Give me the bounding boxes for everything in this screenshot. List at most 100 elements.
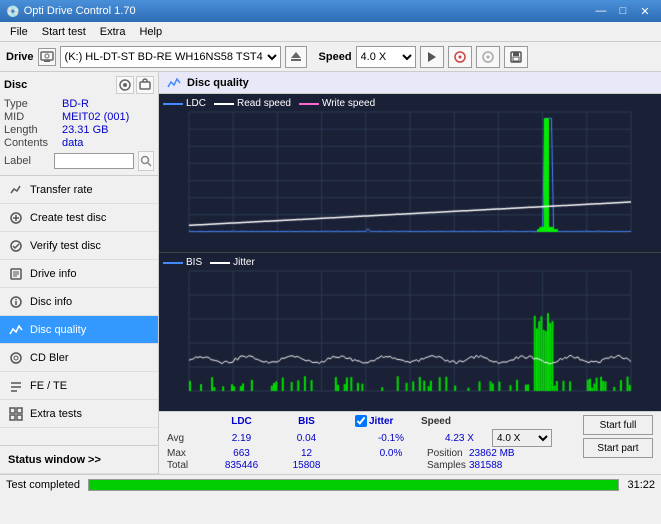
menu-extra[interactable]: Extra xyxy=(94,24,132,40)
speed-mode-select[interactable]: 4.0 X xyxy=(492,429,552,447)
stats-area: LDC BIS Jitter Speed Avg 2.19 0.04 xyxy=(167,415,575,471)
chart-top-canvas xyxy=(159,94,661,252)
jitter-checkbox-area[interactable]: Jitter xyxy=(355,415,393,427)
content-area: Disc quality LDC Read speed Write speed xyxy=(159,72,661,474)
content-header: Disc quality xyxy=(159,72,661,94)
nav-label-cd-bler: CD Bler xyxy=(30,352,69,364)
menu-start-test[interactable]: Start test xyxy=(36,24,92,40)
sidebar-item-disc-info[interactable]: Disc info xyxy=(0,288,158,316)
maximize-button[interactable]: □ xyxy=(613,3,633,19)
ldc-legend-label: LDC xyxy=(186,98,206,109)
max-jitter: 0.0% xyxy=(355,448,427,459)
disc-icon-btn1[interactable] xyxy=(116,76,134,94)
sidebar-item-drive-info[interactable]: Drive info xyxy=(0,260,158,288)
statusbar: Test completed 31:22 xyxy=(0,474,661,494)
bis-legend-color xyxy=(163,262,183,264)
disc-type-value: BD-R xyxy=(62,98,89,110)
position-label: Position xyxy=(427,448,469,459)
speed-label: Speed xyxy=(319,51,352,63)
chart-bottom-canvas xyxy=(159,253,661,411)
jitter-legend-color xyxy=(210,262,230,264)
extra-tests-icon xyxy=(8,406,24,422)
sidebar-item-fe-te[interactable]: FE / TE xyxy=(0,372,158,400)
start-part-button[interactable]: Start part xyxy=(583,438,653,458)
total-ldc: 835446 xyxy=(209,460,274,471)
avg-bis: 0.04 xyxy=(274,433,339,444)
disc-type-label: Type xyxy=(4,98,62,110)
max-bis: 12 xyxy=(274,448,339,459)
chart-top-legend: LDC Read speed Write speed xyxy=(163,98,375,109)
status-window-label: Status window >> xyxy=(8,454,101,466)
play-button[interactable] xyxy=(420,46,444,68)
stats-ldc-header: LDC xyxy=(209,416,274,427)
eject-button[interactable] xyxy=(285,46,307,68)
disc-contents-label: Contents xyxy=(4,137,62,149)
main-area: Disc Type BD-R MID MEIT02 (001) xyxy=(0,72,661,474)
menu-help[interactable]: Help xyxy=(133,24,168,40)
nav-label-drive-info: Drive info xyxy=(30,268,76,280)
avg-jitter: -0.1% xyxy=(355,433,427,444)
drive-toolbar: Drive (K:) HL-DT-ST BD-RE WH16NS58 TST4 … xyxy=(0,42,661,72)
read-legend-label: Read speed xyxy=(237,98,291,109)
disc-label-input[interactable] xyxy=(54,153,134,169)
menu-file[interactable]: File xyxy=(4,24,34,40)
total-label: Total xyxy=(167,460,209,471)
sidebar-item-cd-bler[interactable]: CD Bler xyxy=(0,344,158,372)
sidebar-item-disc-quality[interactable]: Disc quality xyxy=(0,316,158,344)
verify-icon xyxy=(8,238,24,254)
stats-section: LDC BIS Jitter Speed Avg 2.19 0.04 xyxy=(159,411,661,474)
read-legend-color xyxy=(214,103,234,105)
max-label: Max xyxy=(167,448,209,459)
jitter-legend-label: Jitter xyxy=(233,257,255,268)
disc-mid-label: MID xyxy=(4,111,62,123)
drive-icon xyxy=(38,48,56,66)
start-buttons: Start full Start part xyxy=(583,415,653,458)
sidebar-item-extra-tests[interactable]: Extra tests xyxy=(0,400,158,428)
disc-info-icon xyxy=(8,294,24,310)
stats-jitter-header: Jitter xyxy=(369,416,393,427)
disc-button2[interactable] xyxy=(476,46,500,68)
close-button[interactable]: ✕ xyxy=(635,3,655,19)
save-button[interactable] xyxy=(504,46,528,68)
chart-top: LDC Read speed Write speed 700 600 500 4… xyxy=(159,94,661,253)
drive-label: Drive xyxy=(6,51,34,63)
disc-label-label: Label xyxy=(4,155,50,167)
disc-title: Disc xyxy=(4,79,27,91)
titlebar-title: 💿 Opti Drive Control 1.70 xyxy=(6,5,136,18)
sidebar: Disc Type BD-R MID MEIT02 (001) xyxy=(0,72,159,474)
content-title: Disc quality xyxy=(187,77,249,89)
minimize-button[interactable]: — xyxy=(591,3,611,19)
cd-bler-icon xyxy=(8,350,24,366)
sidebar-bottom: Status window >> xyxy=(0,445,158,474)
label-search-button[interactable] xyxy=(138,151,154,171)
disc-contents-value: data xyxy=(62,137,83,149)
start-full-button[interactable]: Start full xyxy=(583,415,653,435)
nav-label-verify-test-disc: Verify test disc xyxy=(30,240,101,252)
sidebar-item-transfer-rate[interactable]: Transfer rate xyxy=(0,176,158,204)
jitter-checkbox[interactable] xyxy=(355,415,367,427)
samples-label: Samples xyxy=(427,460,469,471)
disc-length-value: 23.31 GB xyxy=(62,124,108,136)
disc-button1[interactable] xyxy=(448,46,472,68)
stats-speed-header: Speed xyxy=(403,416,468,427)
speed-select[interactable]: 4.0 X xyxy=(356,46,416,68)
disc-panel: Disc Type BD-R MID MEIT02 (001) xyxy=(0,72,158,176)
nav-label-extra-tests: Extra tests xyxy=(30,408,82,420)
fe-te-icon xyxy=(8,378,24,394)
avg-label: Avg xyxy=(167,433,209,444)
disc-mid-value: MEIT02 (001) xyxy=(62,111,129,123)
disc-icon-btn2[interactable] xyxy=(136,76,154,94)
drive-select[interactable]: (K:) HL-DT-ST BD-RE WH16NS58 TST4 xyxy=(60,46,281,68)
sidebar-item-verify-test-disc[interactable]: Verify test disc xyxy=(0,232,158,260)
write-legend-color xyxy=(299,103,319,105)
stats-bis-header: BIS xyxy=(274,416,339,427)
sidebar-item-create-test-disc[interactable]: Create test disc xyxy=(0,204,158,232)
max-ldc: 663 xyxy=(209,448,274,459)
status-text: Test completed xyxy=(6,479,80,491)
nav-label-disc-info: Disc info xyxy=(30,296,72,308)
nav-label-transfer-rate: Transfer rate xyxy=(30,184,93,196)
nav-label-disc-quality: Disc quality xyxy=(30,324,86,336)
sidebar-item-status-window[interactable]: Status window >> xyxy=(0,446,158,474)
avg-speed: 4.23 X xyxy=(427,433,492,444)
total-bis: 15808 xyxy=(274,460,339,471)
